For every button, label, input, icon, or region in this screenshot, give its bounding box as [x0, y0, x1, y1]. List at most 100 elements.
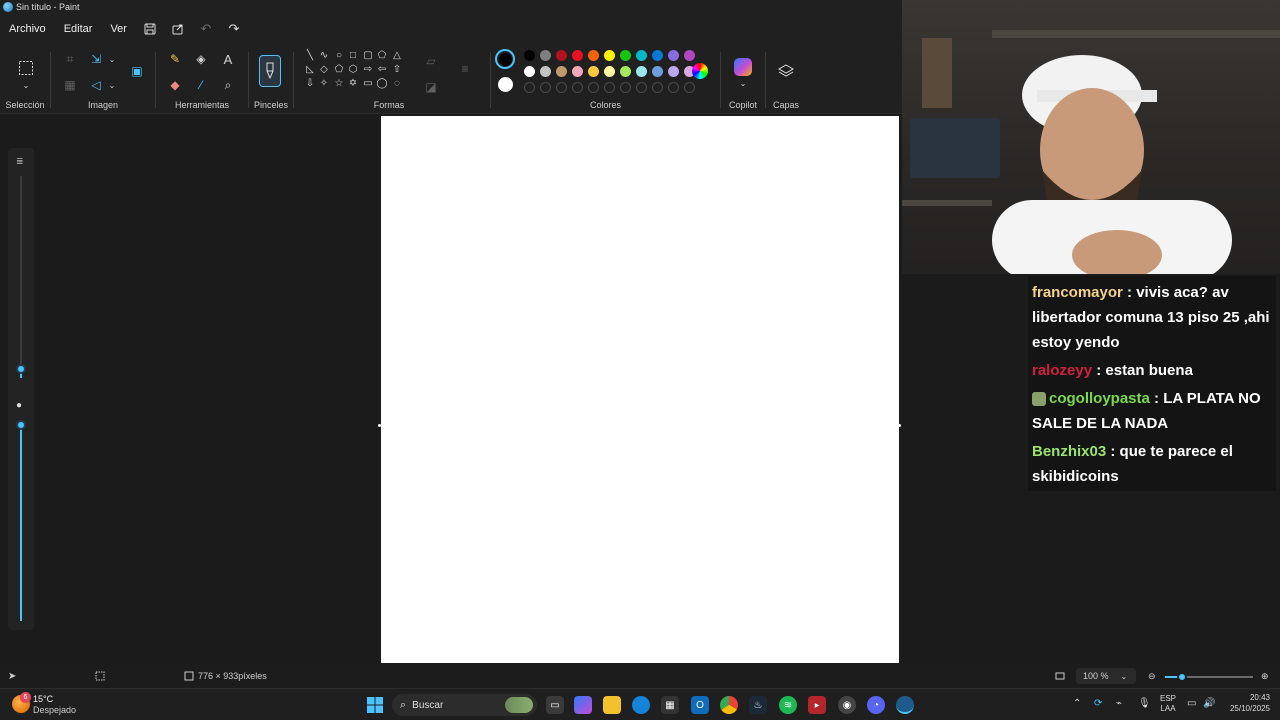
background-remove-icon[interactable]: ▦ [61, 76, 79, 94]
color-swatch[interactable] [540, 66, 551, 77]
microsoft-store-icon[interactable]: ▦ [661, 696, 679, 714]
color-swatch[interactable] [620, 50, 631, 61]
layers-icon[interactable] [777, 62, 795, 80]
chevron-down-icon[interactable]: ⌄ [17, 76, 35, 94]
edge-browser-icon[interactable] [632, 696, 650, 714]
show-hidden-icons-icon[interactable]: ⌃ [1073, 698, 1081, 709]
zoom-out-icon[interactable]: ⊖ [1148, 671, 1156, 682]
brush-button[interactable] [259, 55, 281, 87]
clock[interactable]: 20:43 25/10/2025 [1230, 692, 1270, 714]
callout-cloud-shape-icon[interactable]: ◌ [391, 78, 403, 90]
zoom-in-icon[interactable]: ⊕ [1261, 671, 1269, 682]
text-icon[interactable]: A [219, 50, 237, 68]
color-swatch[interactable] [604, 50, 615, 61]
color-swatch[interactable] [620, 66, 631, 77]
image-select-icon[interactable]: ▣ [128, 62, 146, 80]
copilot-chevron-icon[interactable]: ⌄ [734, 74, 752, 92]
triangle-shape-icon[interactable]: △ [391, 50, 403, 62]
file-explorer-icon[interactable] [603, 696, 621, 714]
canvas-resize-handle-right[interactable] [898, 424, 901, 427]
arrow-down-shape-icon[interactable]: ⇩ [304, 78, 316, 90]
polygon-shape-icon[interactable]: ⬠ [376, 50, 388, 62]
copilot-taskbar-icon[interactable] [574, 696, 592, 714]
diamond-shape-icon[interactable]: ◇ [318, 64, 330, 76]
edit-colors-icon[interactable] [692, 63, 708, 79]
canvas-resize-handle-left[interactable] [378, 424, 381, 427]
arrow-up-shape-icon[interactable]: ⇧ [391, 64, 403, 76]
secondary-color-swatch[interactable] [498, 77, 513, 92]
outlook-icon[interactable]: O [691, 696, 709, 714]
stroke-size-icon[interactable]: ≡ [456, 60, 474, 78]
resize-chevron-icon[interactable]: ⌄ [103, 50, 121, 68]
menu-editar[interactable]: Editar [55, 23, 102, 35]
zoom-slider-thumb[interactable] [1177, 672, 1187, 682]
five-point-star-shape-icon[interactable]: ☆ [333, 78, 345, 90]
taskbar-search-box[interactable]: ⌕ Buscar [392, 694, 537, 716]
display-icon[interactable]: ▭ [1187, 698, 1196, 709]
rounded-rectangle-shape-icon[interactable]: ▢ [362, 50, 374, 62]
pentagon-shape-icon[interactable]: ⬠ [333, 64, 345, 76]
color-swatch[interactable] [556, 66, 567, 77]
custom-color-slot[interactable] [652, 82, 663, 93]
four-point-star-shape-icon[interactable]: ✧ [318, 78, 330, 90]
menu-ver[interactable]: Ver [101, 23, 136, 35]
color-picker-icon[interactable]: ⁄ [192, 76, 210, 94]
windows-start-icon[interactable] [366, 696, 384, 714]
callout-oval-shape-icon[interactable]: ◯ [376, 78, 388, 90]
color-swatch[interactable] [588, 66, 599, 77]
fill-shape-icon[interactable]: ◪ [422, 78, 440, 96]
color-swatch[interactable] [668, 66, 679, 77]
language-indicator[interactable]: ESP LAA [1160, 694, 1176, 714]
selection-rectangle-icon[interactable] [16, 58, 36, 78]
steam-icon[interactable]: ♨ [749, 696, 767, 714]
custom-color-slot[interactable] [668, 82, 679, 93]
color-swatch[interactable] [668, 50, 679, 61]
magnifier-icon[interactable]: ⌕ [219, 76, 237, 94]
task-view-icon[interactable]: ▭ [546, 696, 564, 714]
zoom-dropdown[interactable]: 100 % ⌄ [1076, 668, 1136, 684]
color-swatch[interactable] [636, 50, 647, 61]
discord-icon[interactable]: ◔ [867, 696, 885, 714]
eraser-icon[interactable]: ◆ [166, 76, 184, 94]
obs-icon[interactable]: ◉ [838, 696, 856, 714]
microphone-icon[interactable]: 🎙 [1138, 698, 1151, 709]
volume-icon[interactable]: 🔊 [1203, 698, 1215, 709]
custom-color-slot[interactable] [684, 82, 695, 93]
menu-archivo[interactable]: Archivo [0, 23, 55, 35]
color-swatch[interactable] [652, 50, 663, 61]
arrow-right-shape-icon[interactable]: ⇨ [362, 64, 374, 76]
color-swatch[interactable] [684, 50, 695, 61]
crop-icon[interactable]: ⌗ [61, 50, 79, 68]
right-triangle-shape-icon[interactable]: ◺ [304, 64, 316, 76]
line-shape-icon[interactable]: ╲ [304, 50, 316, 62]
fill-bucket-icon[interactable]: ◈ [192, 50, 210, 68]
network-off-icon[interactable]: ⌁ [1116, 698, 1122, 709]
callout-rect-shape-icon[interactable]: ▭ [362, 78, 374, 90]
custom-color-slot[interactable] [636, 82, 647, 93]
color-swatch[interactable] [588, 50, 599, 61]
color-swatch[interactable] [604, 66, 615, 77]
undo-icon[interactable]: ↶ [192, 15, 220, 43]
curve-shape-icon[interactable]: ∿ [318, 50, 330, 62]
save-icon[interactable] [136, 15, 164, 43]
color-swatch[interactable] [572, 66, 583, 77]
fit-to-window-icon[interactable] [1055, 671, 1065, 681]
color-swatch[interactable] [636, 66, 647, 77]
arrow-left-shape-icon[interactable]: ⇦ [376, 64, 388, 76]
custom-color-slot[interactable] [604, 82, 615, 93]
color-swatch[interactable] [652, 66, 663, 77]
brush-size-slider[interactable] [16, 364, 26, 374]
paint-taskbar-icon[interactable] [896, 696, 914, 714]
color-swatch[interactable] [524, 66, 535, 77]
primary-color-button[interactable] [495, 49, 515, 69]
share-icon[interactable] [164, 15, 192, 43]
video-app-icon[interactable]: ▶ [808, 696, 826, 714]
color-swatch[interactable] [556, 50, 567, 61]
redo-icon[interactable]: ↷ [220, 15, 248, 43]
pencil-icon[interactable]: ✎ [166, 50, 184, 68]
opacity-slider[interactable] [16, 420, 26, 430]
custom-color-slot[interactable] [556, 82, 567, 93]
custom-color-slot[interactable] [620, 82, 631, 93]
color-swatch[interactable] [540, 50, 551, 61]
color-swatch[interactable] [572, 50, 583, 61]
